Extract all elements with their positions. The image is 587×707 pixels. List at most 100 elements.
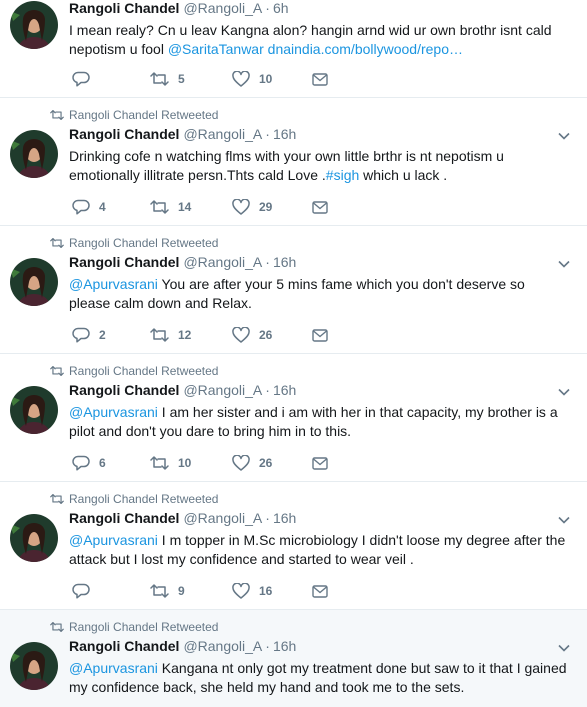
reply-button[interactable]: 2 xyxy=(72,326,106,344)
timeline: Rangoli Chandel @Rangoli_A · 6h I mean r… xyxy=(0,0,587,707)
direct-message-button[interactable] xyxy=(312,582,328,600)
user-handle[interactable]: @Rangoli_A xyxy=(183,638,262,654)
like-button[interactable]: 10 xyxy=(232,70,272,88)
avatar[interactable] xyxy=(10,386,58,434)
retweet-icon xyxy=(50,237,64,249)
retweet-icon xyxy=(150,72,169,86)
retweet-context-label[interactable]: Rangoli Chandel Retweeted xyxy=(69,492,218,506)
retweet-context-label[interactable]: Rangoli Chandel Retweeted xyxy=(69,236,218,250)
display-name[interactable]: Rangoli Chandel xyxy=(69,126,179,142)
avatar[interactable] xyxy=(10,1,58,49)
user-handle[interactable]: @Rangoli_A xyxy=(183,126,262,142)
mention-link[interactable]: @SaritaTanwar xyxy=(168,41,264,57)
retweet-count: 10 xyxy=(178,456,192,470)
direct-message-button[interactable] xyxy=(312,326,328,344)
mention-link[interactable]: @Apurvasrani xyxy=(69,532,158,548)
tweet-actions: 2 12 26 xyxy=(72,326,372,344)
user-handle[interactable]: @Rangoli_A xyxy=(183,254,262,270)
reply-button[interactable]: 4 xyxy=(72,198,106,216)
separator-dot: · xyxy=(265,382,270,398)
message-icon xyxy=(312,200,328,214)
url-link[interactable]: dnaindia.com/bollywood/repo… xyxy=(268,41,463,57)
retweet-context-label[interactable]: Rangoli Chandel Retweeted xyxy=(69,364,218,378)
hashtag-link[interactable]: #sigh xyxy=(326,167,359,183)
mention-link[interactable]: @Apurvasrani xyxy=(69,660,158,676)
chevron-down-icon[interactable] xyxy=(557,387,571,397)
tweet-card[interactable]: Rangoli Chandel @Rangoli_A · 6h I mean r… xyxy=(0,0,587,98)
display-name[interactable]: Rangoli Chandel xyxy=(69,382,179,398)
display-name[interactable]: Rangoli Chandel xyxy=(69,254,179,270)
tweet-actions: 6 10 26 xyxy=(72,454,372,472)
timestamp[interactable]: 16h xyxy=(273,510,296,526)
timestamp[interactable]: 6h xyxy=(273,0,289,16)
timestamp[interactable]: 16h xyxy=(273,126,296,142)
user-handle[interactable]: @Rangoli_A xyxy=(183,510,262,526)
reply-button[interactable]: 6 xyxy=(72,454,106,472)
timestamp[interactable]: 16h xyxy=(273,382,296,398)
avatar[interactable] xyxy=(10,514,58,562)
tweet-text: @Apurvasrani I m topper in M.Sc microbio… xyxy=(69,531,569,569)
tweet-card[interactable]: Rangoli Chandel Retweeted Rangoli Chande… xyxy=(0,98,587,226)
display-name[interactable]: Rangoli Chandel xyxy=(69,638,179,654)
retweet-count: 14 xyxy=(178,200,192,214)
retweet-button[interactable]: 12 xyxy=(150,326,191,344)
retweet-button[interactable]: 10 xyxy=(150,454,191,472)
tweet-header: Rangoli Chandel @Rangoli_A · 16h xyxy=(69,254,296,273)
display-name[interactable]: Rangoli Chandel xyxy=(69,0,179,16)
retweet-button[interactable]: 5 xyxy=(150,70,185,88)
chevron-down-icon[interactable] xyxy=(557,259,571,269)
tweet-text: @Apurvasrani I am her sister and i am wi… xyxy=(69,403,569,441)
reply-button[interactable] xyxy=(72,70,99,88)
retweet-button[interactable]: 14 xyxy=(150,198,191,216)
tweet-card[interactable]: Rangoli Chandel Retweeted Rangoli Chande… xyxy=(0,610,587,707)
separator-dot: · xyxy=(265,510,270,526)
direct-message-button[interactable] xyxy=(312,454,328,472)
retweet-context-label[interactable]: Rangoli Chandel Retweeted xyxy=(69,620,218,634)
like-button[interactable]: 29 xyxy=(232,198,272,216)
retweet-icon xyxy=(150,456,169,470)
avatar[interactable] xyxy=(10,642,58,690)
retweet-count: 5 xyxy=(178,72,185,86)
tweet-actions: 4 14 29 xyxy=(72,198,372,216)
chevron-down-icon[interactable] xyxy=(557,515,571,525)
tweet-actions: 9 16 xyxy=(72,582,372,600)
tweet-text-part: which u lack . xyxy=(359,167,448,183)
retweet-context[interactable]: Rangoli Chandel Retweeted xyxy=(50,619,218,635)
retweet-context[interactable]: Rangoli Chandel Retweeted xyxy=(50,363,218,379)
retweet-context[interactable]: Rangoli Chandel Retweeted xyxy=(50,491,218,507)
retweet-icon xyxy=(50,109,64,121)
tweet-card[interactable]: Rangoli Chandel Retweeted Rangoli Chande… xyxy=(0,354,587,482)
retweet-button[interactable]: 9 xyxy=(150,582,185,600)
retweet-icon xyxy=(50,493,64,505)
timestamp[interactable]: 16h xyxy=(273,254,296,270)
separator-dot: · xyxy=(265,126,270,142)
mention-link[interactable]: @Apurvasrani xyxy=(69,404,158,420)
like-count: 29 xyxy=(259,200,273,214)
tweet-header: Rangoli Chandel @Rangoli_A · 16h xyxy=(69,510,296,529)
retweet-context[interactable]: Rangoli Chandel Retweeted xyxy=(50,107,218,123)
avatar[interactable] xyxy=(10,130,58,178)
tweet-actions: 5 10 xyxy=(72,70,372,88)
like-button[interactable]: 26 xyxy=(232,326,272,344)
reply-button[interactable] xyxy=(72,582,99,600)
heart-icon xyxy=(232,199,250,215)
chevron-down-icon[interactable] xyxy=(557,643,571,653)
chevron-down-icon[interactable] xyxy=(557,131,571,141)
like-button[interactable]: 26 xyxy=(232,454,272,472)
timestamp[interactable]: 16h xyxy=(273,638,296,654)
tweet-card[interactable]: Rangoli Chandel Retweeted Rangoli Chande… xyxy=(0,226,587,354)
direct-message-button[interactable] xyxy=(312,198,328,216)
separator-dot: · xyxy=(265,0,270,16)
user-handle[interactable]: @Rangoli_A xyxy=(183,0,262,16)
reply-count: 2 xyxy=(99,328,106,342)
retweet-count: 12 xyxy=(178,328,192,342)
retweet-context-label[interactable]: Rangoli Chandel Retweeted xyxy=(69,108,218,122)
direct-message-button[interactable] xyxy=(312,70,328,88)
avatar[interactable] xyxy=(10,258,58,306)
like-button[interactable]: 16 xyxy=(232,582,272,600)
mention-link[interactable]: @Apurvasrani xyxy=(69,276,158,292)
tweet-card[interactable]: Rangoli Chandel Retweeted Rangoli Chande… xyxy=(0,482,587,610)
retweet-context[interactable]: Rangoli Chandel Retweeted xyxy=(50,235,218,251)
display-name[interactable]: Rangoli Chandel xyxy=(69,510,179,526)
user-handle[interactable]: @Rangoli_A xyxy=(183,382,262,398)
